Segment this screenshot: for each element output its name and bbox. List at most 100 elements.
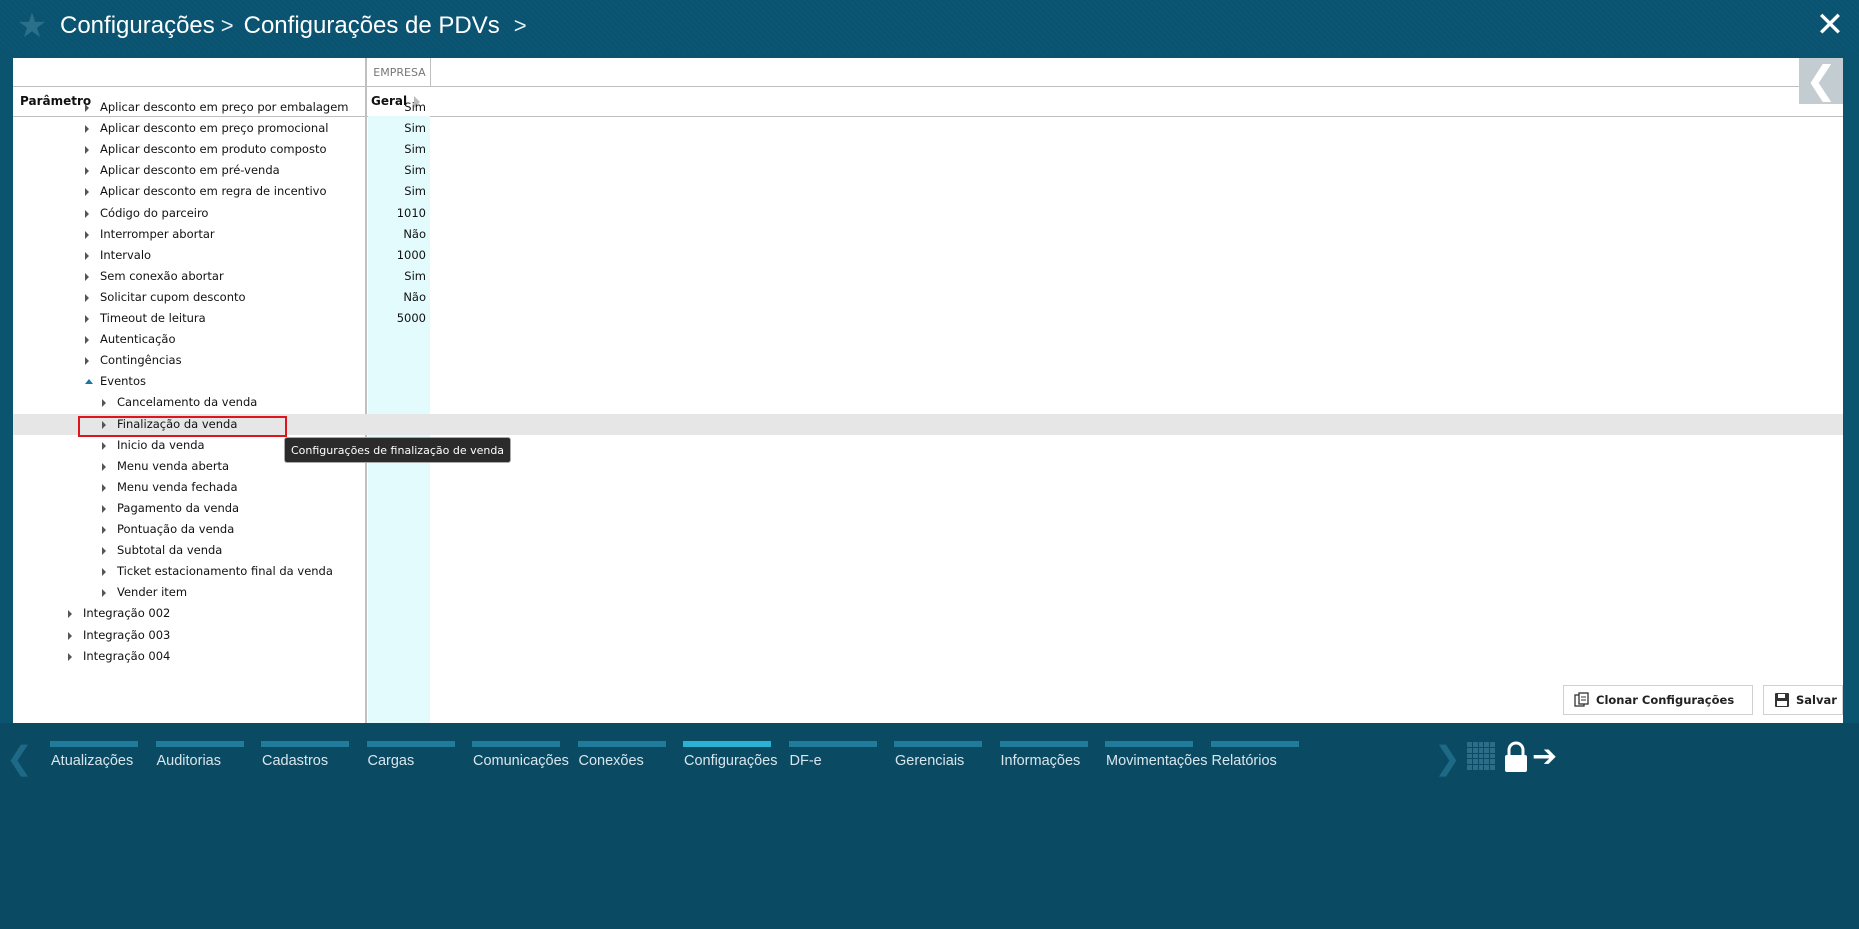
collapse-panel-chevron-left-icon[interactable]: ❮ — [1799, 58, 1843, 104]
tree-row[interactable]: Interromper abortar Não — [13, 224, 1843, 245]
collapsed-caret-icon[interactable] — [85, 104, 89, 112]
collapsed-caret-icon[interactable] — [102, 462, 106, 471]
collapsed-caret-icon[interactable] — [85, 357, 89, 366]
tree-row[interactable]: Timeout de leitura 5000 — [13, 308, 1843, 329]
collapsed-caret-icon[interactable] — [102, 589, 106, 598]
tree-row-value[interactable]: Não — [368, 287, 426, 308]
close-icon[interactable]: ✕ — [1813, 8, 1847, 42]
favorite-star-icon[interactable]: ★ — [14, 8, 50, 44]
tree-row[interactable]: Integração 002 — [13, 603, 1843, 624]
tree-row-value[interactable]: 5000 — [368, 308, 426, 329]
collapsed-caret-icon[interactable] — [102, 399, 106, 408]
collapsed-caret-icon[interactable] — [85, 293, 89, 302]
tree-row[interactable]: Subtotal da venda — [13, 540, 1843, 561]
nav-tab[interactable]: Gerenciais — [894, 741, 982, 781]
collapsed-caret-icon[interactable] — [102, 441, 106, 450]
nav-tab[interactable]: Movimentações — [1105, 741, 1208, 781]
tree-row[interactable]: Aplicar desconto em preço por embalagem S… — [13, 97, 1843, 118]
lock-icon[interactable] — [1503, 741, 1529, 773]
nav-tab[interactable]: Atualizações — [50, 741, 138, 781]
tree-row-label: Integração 003 — [83, 627, 171, 642]
nav-tab-indicator — [261, 741, 349, 747]
tree-row-label: Vender item — [117, 585, 188, 600]
tree-row[interactable]: Autenticação — [13, 329, 1843, 350]
tree-row-value[interactable]: Sim — [368, 266, 426, 287]
expanded-caret-icon[interactable] — [85, 379, 93, 385]
collapsed-caret-icon[interactable] — [85, 230, 89, 239]
tree-row-label: Inicio da venda — [117, 437, 205, 452]
tree-row[interactable]: Contingências — [13, 350, 1843, 371]
nav-tab[interactable]: Cadastros — [261, 741, 349, 781]
save-button[interactable]: Salvar — [1763, 685, 1843, 715]
clone-configurations-label: Clonar Configurações — [1596, 693, 1735, 707]
nav-previous-chevron-icon[interactable]: ❮ — [6, 742, 33, 774]
collapsed-caret-icon[interactable] — [85, 209, 89, 218]
collapsed-caret-icon[interactable] — [68, 652, 72, 661]
tree-row-value[interactable]: Não — [368, 224, 426, 245]
tree-row[interactable]: Aplicar desconto em preço promocional Sim — [13, 118, 1843, 139]
tree-row[interactable]: Integração 004 — [13, 646, 1843, 667]
tree-row-value[interactable]: 1010 — [368, 203, 426, 224]
collapsed-caret-icon[interactable] — [85, 272, 89, 281]
tree-row[interactable]: Pagamento da venda — [13, 498, 1843, 519]
tree-row[interactable]: Pontuação da venda — [13, 519, 1843, 540]
tree-row[interactable]: Código do parceiro 1010 — [13, 203, 1843, 224]
collapsed-caret-icon[interactable] — [85, 146, 89, 155]
tree-row[interactable]: Aplicar desconto em regra de incentivo Si… — [13, 181, 1843, 202]
tree-row[interactable]: Finalização da venda — [13, 413, 1843, 435]
nav-tab-label: Cargas — [367, 753, 415, 769]
tree-row[interactable]: Integração 003 — [13, 625, 1843, 646]
collapsed-caret-icon[interactable] — [85, 167, 89, 176]
tree-row[interactable]: Sem conexão abortar Sim — [13, 266, 1843, 287]
collapsed-caret-icon[interactable] — [85, 125, 89, 134]
tree-row-label: Autenticação — [100, 332, 176, 347]
tree-row[interactable]: Aplicar desconto em pré-venda Sim — [13, 160, 1843, 181]
tree-row[interactable]: Cancelamento da venda — [13, 392, 1843, 413]
tree-row[interactable]: Aplicar desconto em produto composto Sim — [13, 139, 1843, 160]
nav-tab-label: Conexões — [578, 753, 644, 769]
breadcrumb-item-configuracoes[interactable]: Configurações — [60, 12, 215, 40]
tree-row-value[interactable]: Sim — [368, 97, 426, 118]
collapsed-caret-icon[interactable] — [68, 631, 72, 640]
collapsed-caret-icon[interactable] — [85, 336, 89, 345]
tree-row-value[interactable]: 1000 — [368, 245, 426, 266]
tree-row[interactable]: Ticket estacionamento final da venda — [13, 561, 1843, 582]
nav-tab[interactable]: Relatórios — [1210, 741, 1299, 781]
collapsed-caret-icon[interactable] — [102, 504, 106, 513]
tree-row-value[interactable]: Sim — [368, 160, 426, 181]
nav-tab[interactable]: Conexões — [577, 741, 666, 781]
collapsed-caret-icon[interactable] — [85, 315, 89, 323]
nav-tab[interactable]: Configurações — [683, 741, 778, 781]
tree-row[interactable]: Vender item — [13, 582, 1843, 603]
collapsed-caret-icon[interactable] — [68, 610, 72, 619]
tree-row[interactable]: Intervalo 1000 — [13, 245, 1843, 266]
nav-tab[interactable]: Comunicações — [472, 741, 569, 781]
logout-arrow-icon[interactable]: ➔ — [1532, 742, 1562, 772]
collapsed-caret-icon[interactable] — [85, 251, 89, 260]
collapsed-caret-icon[interactable] — [102, 526, 106, 534]
collapsed-caret-icon[interactable] — [102, 483, 106, 492]
tree-row[interactable]: Eventos — [13, 371, 1843, 392]
chevron-right-icon[interactable]: > — [514, 13, 527, 39]
collapsed-caret-icon[interactable] — [102, 568, 106, 577]
nav-tab-label: DF-e — [789, 753, 822, 769]
tree-row-value[interactable]: Sim — [368, 118, 426, 139]
clone-configurations-button[interactable]: Clonar Configurações — [1563, 685, 1753, 715]
tree-row[interactable]: Menu venda fechada — [13, 477, 1843, 498]
collapsed-caret-icon[interactable] — [85, 188, 89, 197]
collapsed-caret-icon[interactable] — [102, 547, 106, 556]
nav-tab[interactable]: Auditorias — [155, 741, 244, 781]
tree-row-label: Sem conexão abortar — [100, 268, 224, 283]
tree-row-value[interactable]: Sim — [368, 181, 426, 202]
nav-tab-label: Gerenciais — [895, 753, 965, 769]
nav-tab[interactable]: Cargas — [366, 741, 455, 781]
nav-next-chevron-icon[interactable]: ❯ — [1434, 742, 1461, 774]
tree-row[interactable]: Solicitar cupom desconto Não — [13, 287, 1843, 308]
tree-row-value[interactable]: Sim — [368, 139, 426, 160]
clone-icon — [1574, 692, 1590, 708]
nav-tab[interactable]: DF-e — [788, 741, 877, 781]
apps-grid-icon[interactable] — [1467, 742, 1495, 770]
tree-row-label: Pontuação da venda — [117, 522, 235, 536]
breadcrumb-item-configuracoes-pdvs[interactable]: Configurações de PDVs — [244, 12, 500, 40]
nav-tab[interactable]: Informações — [999, 741, 1088, 781]
